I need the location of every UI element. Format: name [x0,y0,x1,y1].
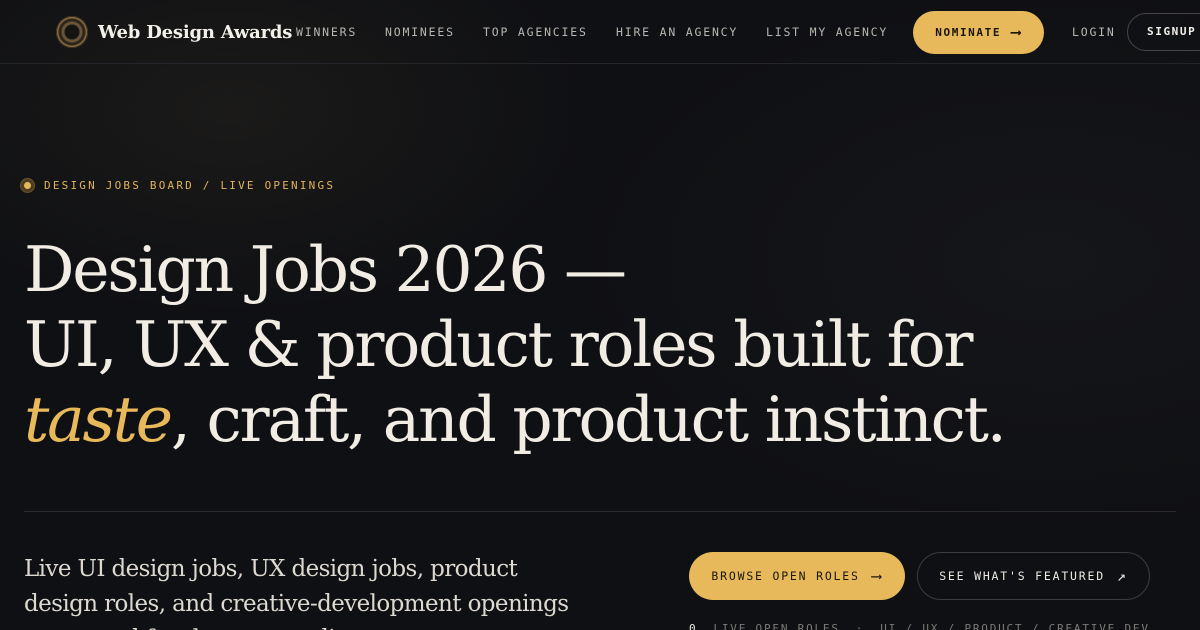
nominate-button-label: NOMINATE [935,26,1002,39]
roles-meta: 0 LIVE OPEN ROLES · UI / UX / PRODUCT / … [689,622,1189,630]
browse-button-label: BROWSE OPEN ROLES [711,569,860,583]
top-navigation: Web Design Awards WINNERS NOMINEES TOP A… [0,0,1200,64]
meta-separator: · [855,622,865,630]
see-featured-button[interactable]: SEE WHAT'S FEATURED ↗ [917,552,1150,600]
nav-link-winners[interactable]: WINNERS [296,0,357,64]
nav-link-top-agencies[interactable]: TOP AGENCIES [483,0,588,64]
headline-line-2: UI, UX & product roles built for [24,308,974,381]
arrow-right-icon: ⟶ [1011,23,1022,41]
nominate-button[interactable]: NOMINATE ⟶ [913,11,1044,54]
role-categories: UI / UX / PRODUCT / CREATIVE DEV [880,622,1150,630]
login-link[interactable]: LOGIN [1072,0,1116,64]
lead-paragraph: Live UI design jobs, UX design jobs, pro… [24,556,569,630]
nav-link-list-my-agency[interactable]: LIST MY AGENCY [766,0,888,64]
arrow-right-icon: ⟶ [871,566,883,585]
headline-line-1: Design Jobs 2026 — [24,233,627,306]
headline-accent-word: taste [24,383,173,456]
browse-open-roles-button[interactable]: BROWSE OPEN ROLES ⟶ [689,552,905,600]
open-roles-label: LIVE OPEN ROLES [713,622,840,630]
logo-ring-icon [56,16,88,48]
headline-line-3-rest: , craft, and product instinct. [170,383,1007,456]
headline-line-3: taste, craft, and product instinct. [24,382,1164,457]
live-dot-icon [21,178,34,192]
eyebrow: DESIGN JOBS BOARD / LIVE OPENINGS [21,177,335,193]
arrow-up-right-icon: ↗ [1116,566,1128,585]
featured-button-label: SEE WHAT'S FEATURED [939,569,1105,583]
eyebrow-label: DESIGN JOBS BOARD / LIVE OPENINGS [44,178,336,192]
nav-link-nominees[interactable]: NOMINEES [385,0,455,64]
page-title: Design Jobs 2026 — UI, UX & product role… [24,232,1164,457]
brand-logo-link[interactable]: Web Design Awards [56,16,292,48]
open-roles-count: 0 [689,622,698,630]
brand-name: Web Design Awards [98,21,293,43]
nav-link-hire-an-agency[interactable]: HIRE AN AGENCY [616,0,738,64]
signup-button[interactable]: SIGNUP [1127,13,1200,51]
section-divider [24,511,1176,512]
